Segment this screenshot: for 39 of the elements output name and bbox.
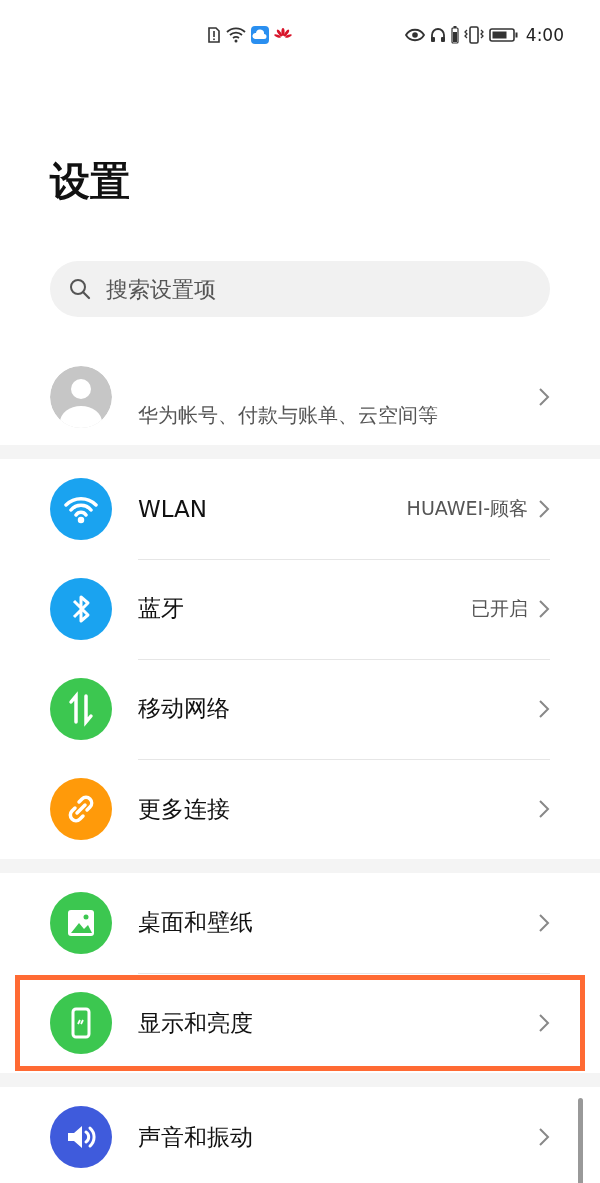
item-label: 桌面和壁纸	[138, 908, 254, 937]
settings-item[interactable]: WLAN HUAWEI-顾客	[0, 459, 600, 559]
page-title: 设置	[0, 69, 600, 251]
cloud-icon	[251, 26, 269, 44]
search-icon	[69, 278, 91, 300]
chevron-right-icon	[538, 799, 550, 819]
item-label: 蓝牙	[138, 594, 185, 623]
settings-item[interactable]: 声音和振动	[0, 1087, 600, 1183]
account-row[interactable]: 华为帐号、付款与账单、云空间等	[0, 317, 600, 445]
item-label: 显示和亮度	[138, 1008, 254, 1038]
item-label: WLAN	[138, 495, 209, 522]
sim-alert-icon	[207, 27, 221, 43]
settings-item[interactable]: 显示和亮度	[13, 973, 587, 1073]
chevron-right-icon	[538, 912, 550, 933]
chevron-right-icon	[538, 387, 550, 407]
battery-icon	[488, 27, 519, 43]
chevron-right-icon	[538, 1127, 550, 1147]
chevron-right-icon	[538, 698, 550, 719]
settings-item[interactable]: 桌面和壁纸	[0, 873, 600, 973]
vibrate-icon	[463, 26, 484, 44]
item-value: HUAWEI-顾客	[406, 495, 528, 521]
settings-item[interactable]: 蓝牙 已开启	[0, 559, 600, 659]
item-value: 已开启	[471, 595, 528, 621]
search-field[interactable]: 搜索设置项	[50, 261, 550, 317]
clock-time: 4:00	[525, 25, 564, 45]
settings-item[interactable]: 更多连接	[0, 759, 600, 859]
wifi-icon	[226, 27, 246, 43]
chevron-right-icon	[538, 598, 550, 619]
headset-battery-icon	[450, 26, 459, 44]
chevron-right-icon	[538, 498, 550, 519]
item-label: 声音和振动	[138, 1122, 254, 1152]
settings-item[interactable]: 移动网络	[0, 659, 600, 759]
account-subtitle: 华为帐号、付款与账单、云空间等	[138, 401, 439, 429]
eye-icon	[404, 28, 425, 42]
chevron-right-icon	[538, 1013, 550, 1033]
headphones-icon	[429, 27, 446, 43]
avatar-icon	[50, 366, 112, 428]
item-label: 移动网络	[138, 694, 231, 723]
item-label: 更多连接	[138, 794, 231, 824]
